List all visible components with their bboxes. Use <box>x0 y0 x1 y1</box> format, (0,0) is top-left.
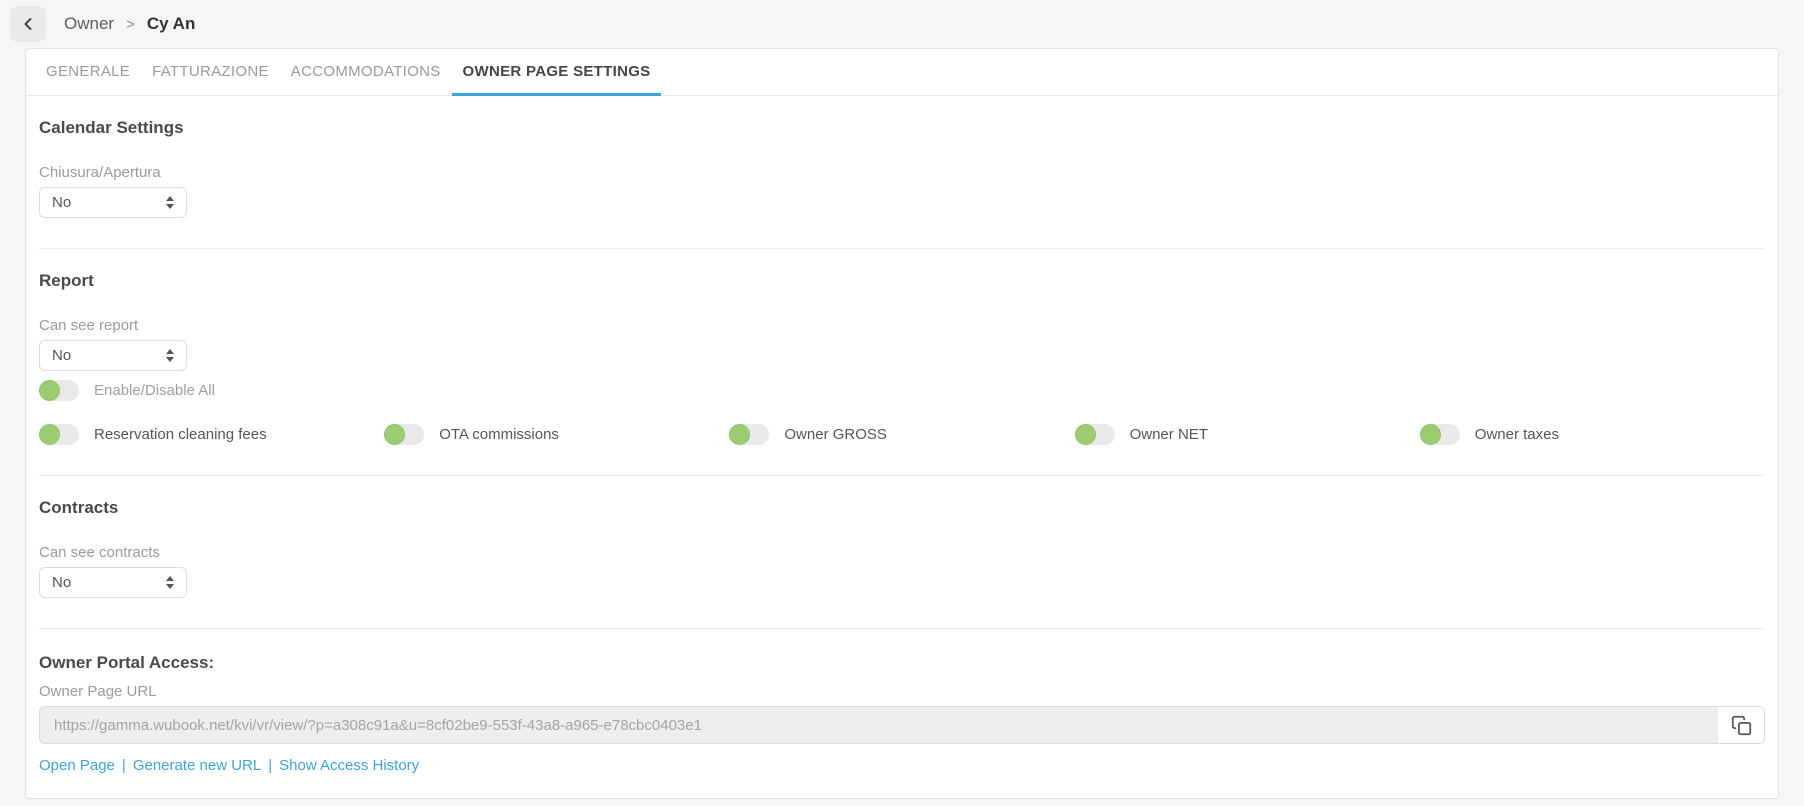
toggle-knob <box>1075 424 1096 445</box>
breadcrumb-parent[interactable]: Owner <box>64 14 114 34</box>
copy-url-button[interactable] <box>1718 707 1764 743</box>
ota-commissions-toggle[interactable] <box>384 424 424 445</box>
calendar-settings-title: Calendar Settings <box>39 96 1765 138</box>
tab-accommodations[interactable]: ACCOMMODATIONS <box>280 49 452 96</box>
owner-page-url-input[interactable] <box>39 706 1765 744</box>
toggle-knob <box>384 424 405 445</box>
breadcrumb-separator: > <box>126 16 135 33</box>
tab-content: Calendar Settings Chiusura/Apertura No R… <box>26 96 1778 798</box>
owner-net-label: Owner NET <box>1130 426 1208 443</box>
tab-fatturazione[interactable]: FATTURAZIONE <box>141 49 280 96</box>
owner-taxes-label: Owner taxes <box>1475 426 1559 443</box>
owner-gross-label: Owner GROSS <box>784 426 887 443</box>
breadcrumb: Owner > Cy An <box>64 14 195 34</box>
enable-disable-all-label: Enable/Disable All <box>94 382 215 399</box>
chiusura-apertura-select[interactable]: No <box>39 187 187 218</box>
chiusura-apertura-value: No <box>52 194 71 211</box>
toggle-item-reservation-cleaning-fees: Reservation cleaning fees <box>39 424 384 445</box>
toggle-item-owner-gross: Owner GROSS <box>729 424 1074 445</box>
enable-disable-all-row: Enable/Disable All <box>39 380 1765 401</box>
reservation-cleaning-fees-toggle[interactable] <box>39 424 79 445</box>
toggle-knob <box>1420 424 1441 445</box>
back-button[interactable] <box>10 6 46 42</box>
show-access-history-link[interactable]: Show Access History <box>279 757 419 774</box>
owner-net-toggle[interactable] <box>1075 424 1115 445</box>
tab-bar: GENERALE FATTURAZIONE ACCOMMODATIONS OWN… <box>26 49 1778 96</box>
can-see-contracts-label: Can see contracts <box>39 544 1765 561</box>
portal-links: Open Page | Generate new URL | Show Acce… <box>39 757 1765 774</box>
enable-disable-all-toggle[interactable] <box>39 380 79 401</box>
link-separator: | <box>122 757 126 774</box>
owner-settings-card: GENERALE FATTURAZIONE ACCOMMODATIONS OWN… <box>25 48 1779 799</box>
toggle-knob <box>39 424 60 445</box>
select-stepper-icon <box>166 576 174 589</box>
chiusura-apertura-label: Chiusura/Apertura <box>39 164 1765 181</box>
owner-page-url-label: Owner Page URL <box>39 683 1765 700</box>
toggle-item-owner-net: Owner NET <box>1075 424 1420 445</box>
link-separator: | <box>268 757 272 774</box>
breadcrumb-bar: Owner > Cy An <box>0 0 1804 48</box>
select-stepper-icon <box>166 349 174 362</box>
report-title: Report <box>39 249 1765 291</box>
owner-portal-access-title: Owner Portal Access: <box>39 629 1765 673</box>
can-see-contracts-select[interactable]: No <box>39 567 187 598</box>
owner-gross-toggle[interactable] <box>729 424 769 445</box>
can-see-contracts-value: No <box>52 574 71 591</box>
can-see-report-value: No <box>52 347 71 364</box>
chevron-left-icon <box>18 14 38 34</box>
report-toggle-grid: Reservation cleaning fees OTA commission… <box>39 424 1765 445</box>
footer-bar: SALVA <box>0 799 1804 806</box>
owner-taxes-toggle[interactable] <box>1420 424 1460 445</box>
toggle-knob <box>729 424 750 445</box>
breadcrumb-current: Cy An <box>147 14 196 34</box>
generate-new-url-link[interactable]: Generate new URL <box>133 757 261 774</box>
toggle-item-owner-taxes: Owner taxes <box>1420 424 1765 445</box>
can-see-report-label: Can see report <box>39 317 1765 334</box>
contracts-title: Contracts <box>39 476 1765 518</box>
tab-generale[interactable]: GENERALE <box>35 49 141 96</box>
select-stepper-icon <box>166 196 174 209</box>
can-see-report-select[interactable]: No <box>39 340 187 371</box>
reservation-cleaning-fees-label: Reservation cleaning fees <box>94 426 267 443</box>
open-page-link[interactable]: Open Page <box>39 757 115 774</box>
owner-page-url-row <box>39 706 1765 744</box>
toggle-knob <box>39 380 60 401</box>
tab-owner-page-settings[interactable]: OWNER PAGE SETTINGS <box>452 49 662 96</box>
copy-icon <box>1731 715 1752 736</box>
ota-commissions-label: OTA commissions <box>439 426 559 443</box>
toggle-item-ota-commissions: OTA commissions <box>384 424 729 445</box>
